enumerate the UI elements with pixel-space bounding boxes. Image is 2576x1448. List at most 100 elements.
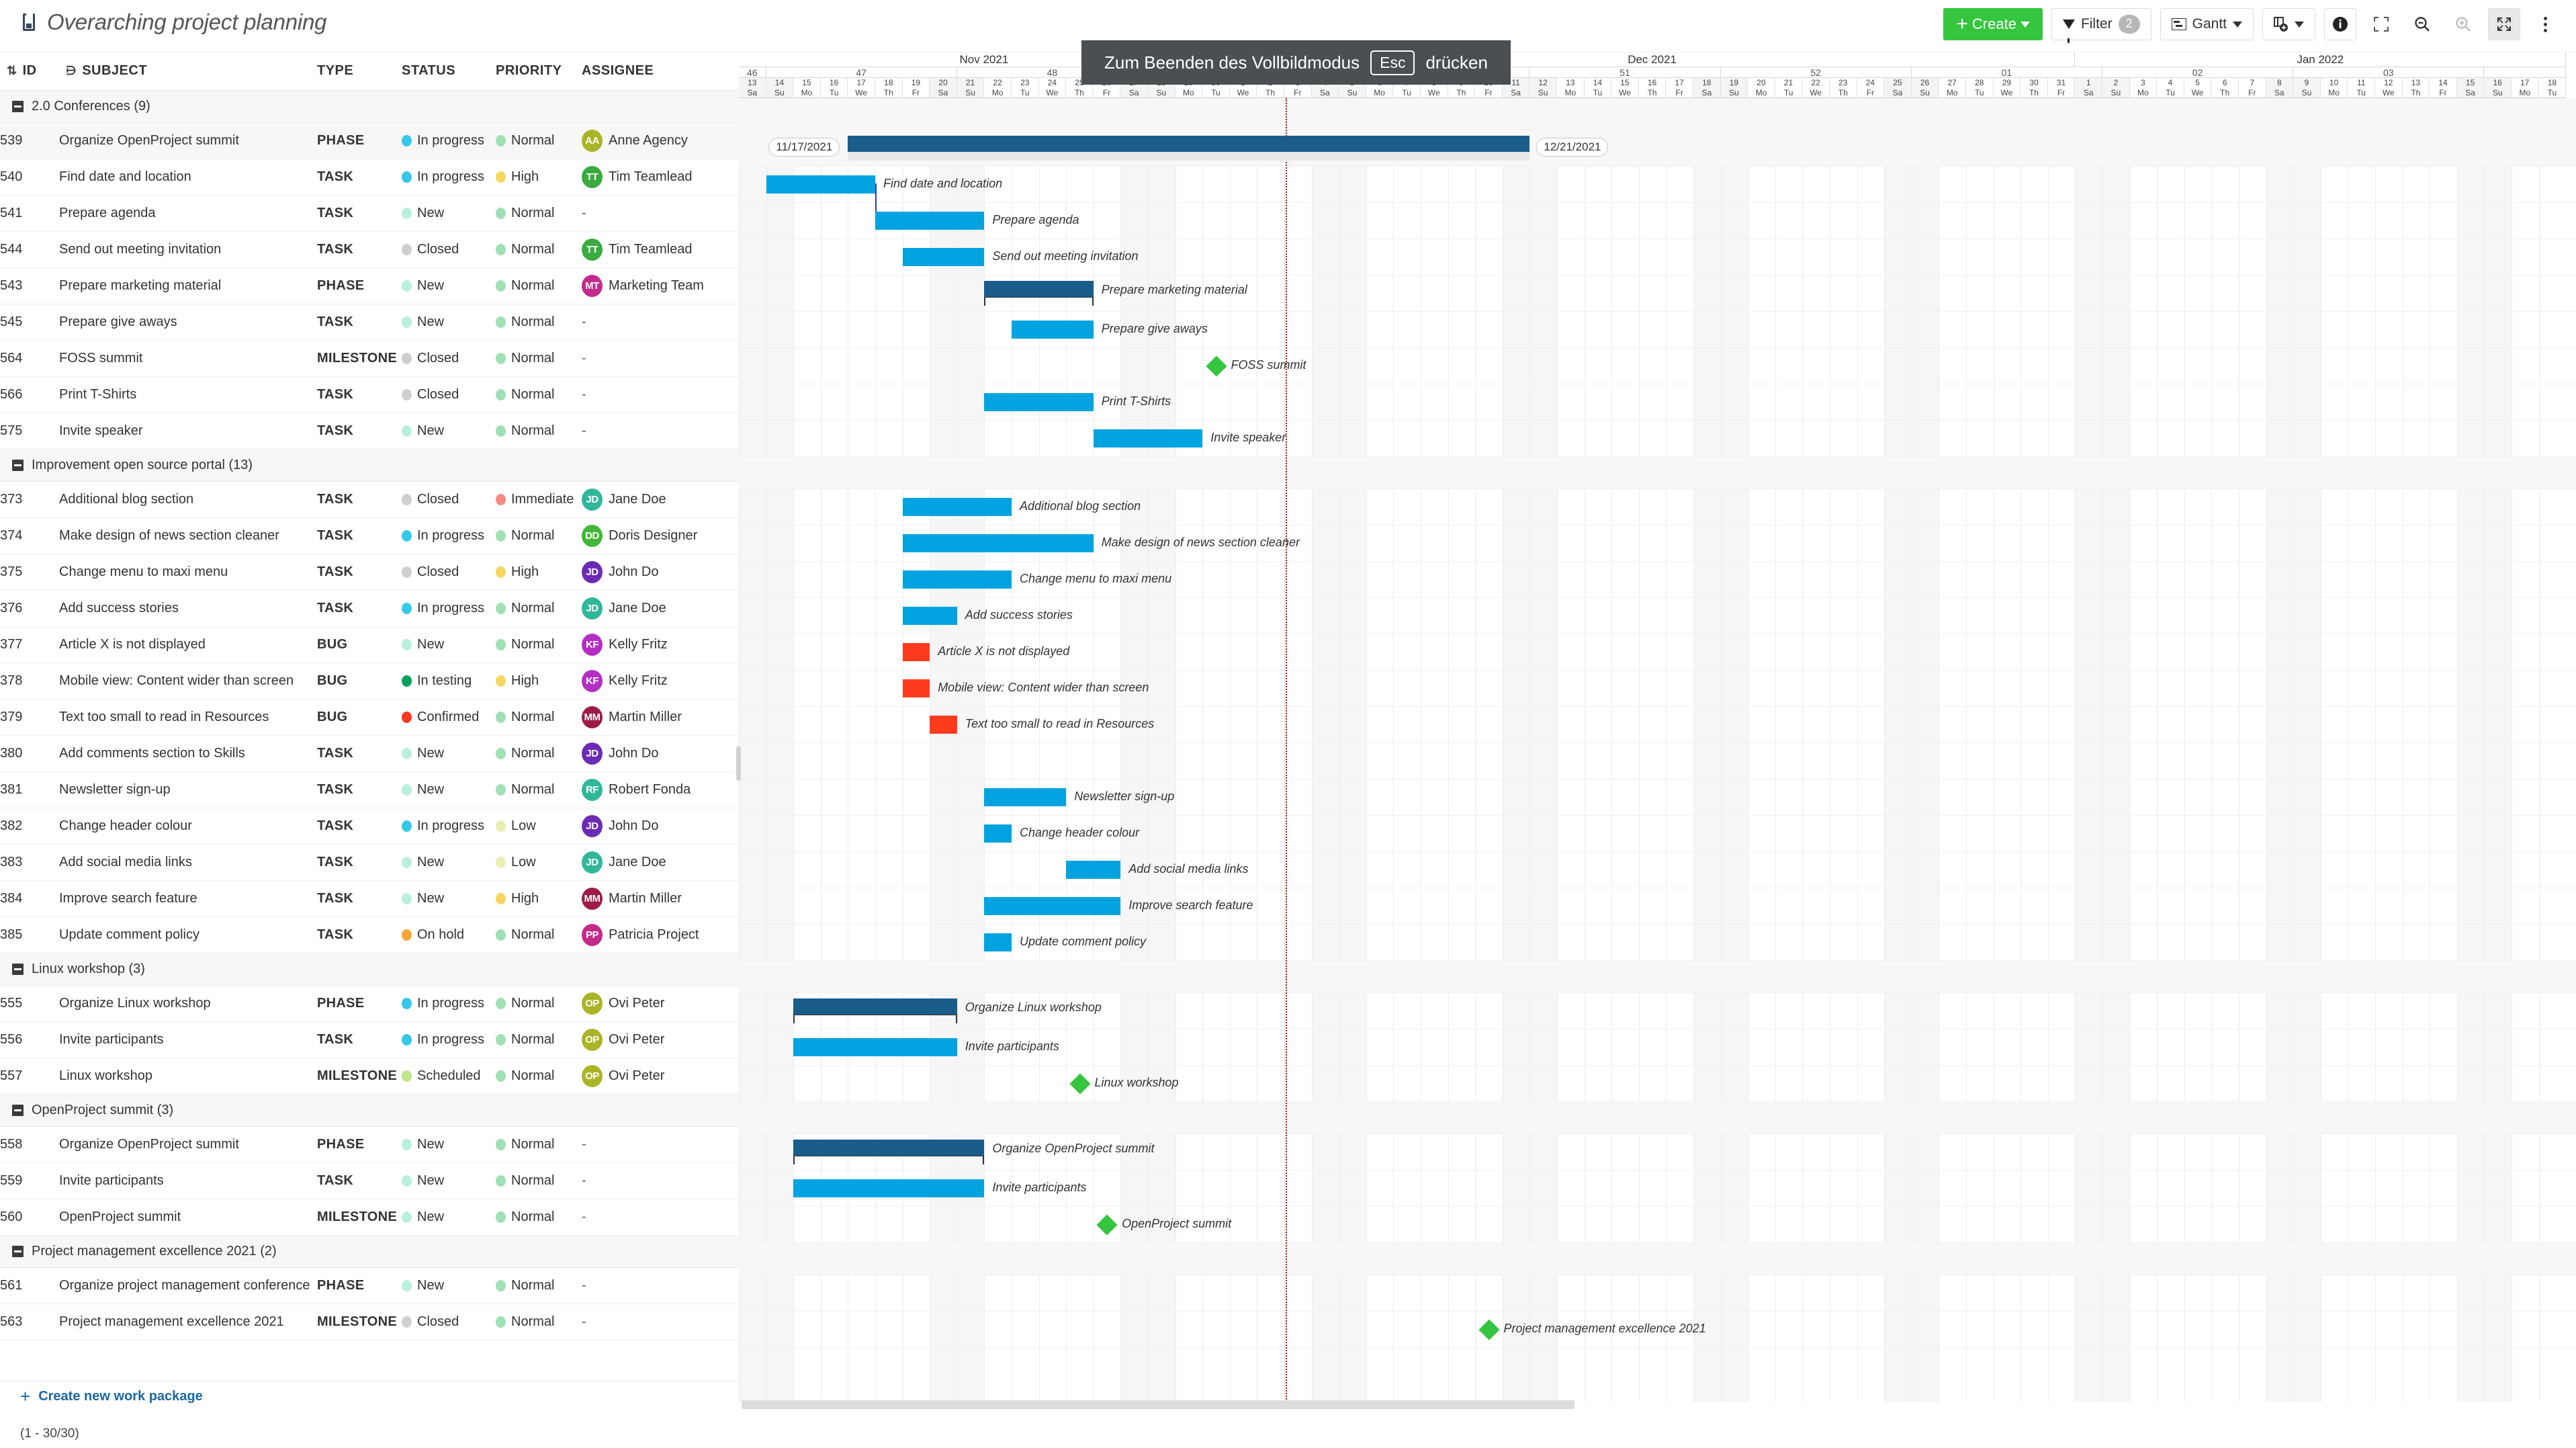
- cell-id[interactable]: 559: [0, 1162, 59, 1199]
- cell-id[interactable]: 373: [0, 481, 59, 518]
- cell-priority[interactable]: Immediate: [489, 481, 575, 518]
- cell-assignee[interactable]: JD John Do: [575, 735, 739, 772]
- cell-subject[interactable]: Prepare marketing material: [59, 267, 310, 304]
- cell-priority[interactable]: Normal: [489, 1162, 575, 1199]
- cell-status[interactable]: In testing: [395, 663, 489, 699]
- cell-status[interactable]: New: [395, 771, 489, 808]
- cell-status[interactable]: New: [395, 1267, 489, 1304]
- cell-subject[interactable]: Prepare agenda: [59, 195, 310, 232]
- cell-type[interactable]: MILESTONE: [310, 1304, 397, 1340]
- gantt-bar-task[interactable]: [902, 534, 1094, 552]
- cell-assignee[interactable]: -: [575, 195, 739, 232]
- cell-priority[interactable]: High: [489, 159, 575, 196]
- cell-subject[interactable]: Find date and location: [59, 159, 310, 196]
- cell-subject[interactable]: Improve search feature: [59, 880, 310, 917]
- cell-id[interactable]: 541: [0, 195, 59, 232]
- gantt-bar-phase[interactable]: [793, 998, 957, 1015]
- cell-status[interactable]: New: [395, 195, 489, 232]
- cell-subject[interactable]: Organize OpenProject summit: [59, 1126, 310, 1163]
- cell-subject[interactable]: Project management excellence 2021: [59, 1304, 310, 1340]
- gantt-bar-task[interactable]: [875, 212, 985, 230]
- cell-type[interactable]: BUG: [310, 626, 395, 663]
- cell-subject[interactable]: Print T-Shirts: [59, 376, 310, 413]
- cell-id[interactable]: 539: [0, 122, 59, 159]
- cell-priority[interactable]: Normal: [489, 413, 575, 450]
- cell-subject[interactable]: Invite participants: [59, 1162, 310, 1199]
- cell-assignee[interactable]: -: [575, 1267, 739, 1304]
- cell-type[interactable]: TASK: [310, 771, 395, 808]
- cell-type[interactable]: TASK: [310, 304, 395, 341]
- table-row[interactable]: 555 Organize Linux workshop PHASE In progre…: [0, 985, 739, 1022]
- cell-type[interactable]: TASK: [310, 159, 395, 196]
- cell-priority[interactable]: Normal: [489, 517, 575, 554]
- cell-assignee[interactable]: -: [575, 1162, 739, 1199]
- gantt-bar-task[interactable]: [1066, 861, 1121, 879]
- gantt-view-button[interactable]: Gantt: [2160, 8, 2254, 40]
- gantt-bar-task[interactable]: [902, 570, 1012, 589]
- cell-priority[interactable]: Normal: [489, 1199, 575, 1236]
- table-row[interactable]: 384 Improve search feature TASK New High MM Ma…: [0, 880, 739, 917]
- cell-type[interactable]: PHASE: [310, 1267, 395, 1304]
- cell-assignee[interactable]: JD Jane Doe: [575, 590, 739, 627]
- cell-status[interactable]: New: [395, 1162, 489, 1199]
- cell-status[interactable]: Closed: [395, 554, 489, 591]
- cell-type[interactable]: PHASE: [310, 1126, 395, 1163]
- group-header-row[interactable]: Linux workshop (3): [0, 953, 739, 986]
- table-row[interactable]: 541 Prepare agenda TASK New Normal -: [0, 195, 739, 232]
- cell-assignee[interactable]: -: [575, 413, 739, 450]
- table-row[interactable]: 561 Organize project management conferenc…: [0, 1267, 739, 1304]
- cell-status[interactable]: New: [395, 413, 489, 450]
- cell-priority[interactable]: Normal: [489, 304, 575, 341]
- create-new-work-package-button[interactable]: + Create new work package: [0, 1381, 739, 1412]
- cell-assignee[interactable]: MT Marketing Team: [575, 267, 739, 304]
- cell-status[interactable]: Closed: [395, 376, 489, 413]
- cell-priority[interactable]: Normal: [489, 626, 575, 663]
- cell-assignee[interactable]: OP Ovi Peter: [575, 1058, 739, 1095]
- cell-subject[interactable]: Mobile view: Content wider than screen: [59, 663, 310, 699]
- column-header-type[interactable]: TYPE: [310, 52, 395, 91]
- cell-subject[interactable]: Add comments section to Skills: [59, 735, 310, 772]
- cell-subject[interactable]: Prepare give aways: [59, 304, 310, 341]
- cell-priority[interactable]: Normal: [489, 376, 575, 413]
- cell-subject[interactable]: Add success stories: [59, 590, 310, 627]
- table-row[interactable]: 556 Invite participants TASK In progress Nor…: [0, 1021, 739, 1058]
- cell-assignee[interactable]: MM Martin Miller: [575, 880, 739, 917]
- cell-id[interactable]: 385: [0, 917, 59, 953]
- zoom-in-button[interactable]: [2447, 8, 2479, 40]
- table-row[interactable]: 379 Text too small to read in Resources BU…: [0, 699, 739, 736]
- gantt-bar-task[interactable]: [902, 607, 957, 625]
- cell-assignee[interactable]: JD Jane Doe: [575, 844, 739, 881]
- auto-zoom-button[interactable]: [2488, 8, 2520, 40]
- cell-subject[interactable]: Change header colour: [59, 808, 310, 845]
- cell-status[interactable]: In progress: [395, 985, 489, 1022]
- cell-type[interactable]: PHASE: [310, 267, 395, 304]
- table-row[interactable]: 376 Add success stories TASK In progress Nor…: [0, 590, 739, 627]
- cell-subject[interactable]: Invite participants: [59, 1021, 310, 1058]
- cell-id[interactable]: 377: [0, 626, 59, 663]
- cell-status[interactable]: In progress: [395, 590, 489, 627]
- cell-type[interactable]: TASK: [310, 590, 395, 627]
- table-row[interactable]: 373 Additional blog section TASK Closed Imme…: [0, 481, 739, 518]
- cell-type[interactable]: TASK: [310, 376, 395, 413]
- cell-priority[interactable]: Normal: [489, 985, 575, 1022]
- cell-priority[interactable]: Normal: [489, 735, 575, 772]
- gantt-bar-phase[interactable]: [793, 1140, 985, 1156]
- cell-type[interactable]: TASK: [310, 1021, 395, 1058]
- cell-id[interactable]: 561: [0, 1267, 59, 1304]
- cell-status[interactable]: Closed: [395, 1304, 489, 1340]
- cell-assignee[interactable]: MM Martin Miller: [575, 699, 739, 736]
- gantt-bar-bug[interactable]: [902, 643, 930, 661]
- cell-type[interactable]: MILESTONE: [310, 340, 397, 377]
- cell-id[interactable]: 384: [0, 880, 59, 917]
- cell-id[interactable]: 375: [0, 554, 59, 591]
- cell-status[interactable]: New: [395, 626, 489, 663]
- cell-type[interactable]: PHASE: [310, 985, 395, 1022]
- cell-id[interactable]: 540: [0, 159, 59, 196]
- cell-status[interactable]: In progress: [395, 159, 489, 196]
- cell-id[interactable]: 555: [0, 985, 59, 1022]
- gantt-bar-task[interactable]: [984, 824, 1012, 843]
- gantt-bar-task[interactable]: [984, 788, 1067, 806]
- cell-priority[interactable]: Low: [489, 808, 575, 845]
- table-row[interactable]: 557 Linux workshop MILESTONE Scheduled Norma…: [0, 1058, 739, 1095]
- zoom-out-button[interactable]: [2406, 8, 2438, 40]
